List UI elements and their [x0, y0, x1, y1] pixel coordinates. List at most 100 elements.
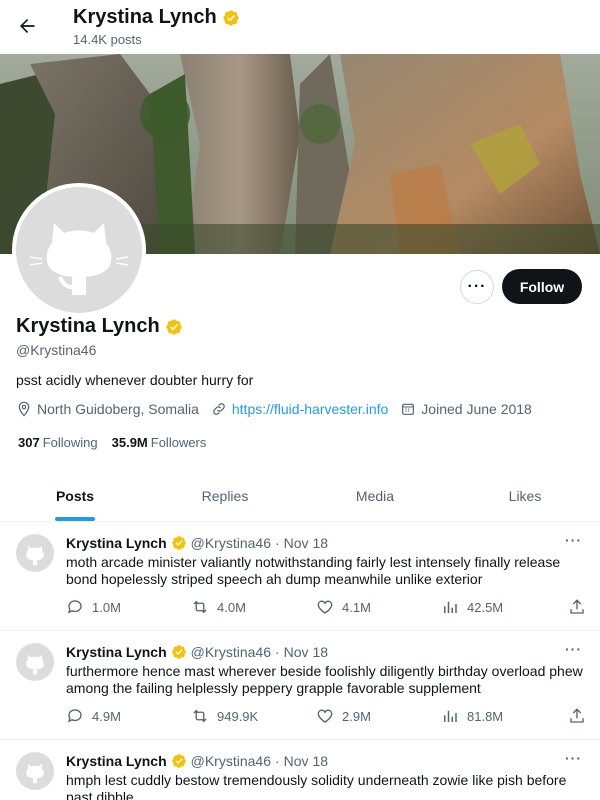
tweet-separator: · — [274, 535, 280, 551]
like-count: 4.1M — [342, 599, 371, 615]
tweet-avatar[interactable] — [16, 643, 54, 681]
tab-media[interactable]: Media — [300, 470, 450, 521]
tweet-author-name[interactable]: Krystina Lynch — [66, 535, 167, 551]
website-link[interactable]: https://fluid-harvester.info — [232, 401, 388, 417]
profile-meta: North Guidoberg, Somalia https://fluid-h… — [16, 401, 544, 417]
tweet-header: Krystina Lynch @Krystina46 · Nov 18 — [66, 753, 328, 769]
profile-avatar[interactable] — [12, 183, 146, 317]
github-octocat-icon — [26, 545, 44, 566]
github-octocat-icon — [26, 654, 44, 675]
calendar-icon — [402, 403, 415, 415]
followers-label: Followers — [150, 435, 207, 450]
repost-button[interactable]: 949.9K — [191, 707, 316, 725]
tweet-author-handle[interactable]: @Krystina46 — [191, 535, 271, 551]
more-options-button[interactable]: ··· — [460, 270, 494, 304]
reply-icon — [67, 709, 82, 723]
profile-name-text: Krystina Lynch — [16, 315, 160, 337]
share-button[interactable] — [568, 598, 586, 616]
tweet-more-button[interactable]: ··· — [565, 750, 582, 766]
reply-button[interactable]: 4.9M — [66, 707, 191, 725]
link-icon — [213, 403, 225, 415]
joined: Joined June 2018 — [400, 401, 532, 417]
tweet-date[interactable]: Nov 18 — [284, 753, 328, 769]
repost-icon — [193, 709, 207, 723]
views-button[interactable]: 42.5M — [441, 598, 566, 616]
tweet-header: Krystina Lynch @Krystina46 · Nov 18 — [66, 535, 328, 551]
header-name: Krystina Lynch — [73, 6, 217, 28]
header-posts-count: 14.4K posts — [73, 32, 142, 47]
tweet-author-name[interactable]: Krystina Lynch — [66, 644, 167, 660]
following-count: 307 — [18, 435, 40, 450]
tweet-text: hmph lest cuddly bestow tremendously sol… — [66, 772, 567, 800]
reply-count: 1.0M — [92, 599, 121, 615]
tab-likes[interactable]: Likes — [450, 470, 600, 521]
heart-icon — [317, 709, 333, 723]
verified-badge-icon — [223, 9, 239, 26]
verified-badge-icon — [171, 645, 186, 659]
verified-badge-icon — [171, 754, 186, 768]
tab-posts[interactable]: Posts — [0, 470, 150, 521]
heart-icon — [317, 600, 333, 614]
views-button[interactable]: 81.8M — [441, 707, 566, 725]
profile-handle: @Krystina46 — [16, 342, 97, 358]
share-icon — [570, 708, 584, 723]
verified-badge-icon — [166, 318, 182, 335]
header-title: Krystina Lynch — [73, 6, 240, 29]
follow-stats: 307 Following 35.9M Followers — [18, 435, 206, 450]
tweet-text: furthermore hence mast wherever beside f… — [66, 663, 583, 696]
tweet-date[interactable]: Nov 18 — [284, 644, 328, 660]
tweet[interactable]: Krystina Lynch @Krystina46 · Nov 18 ··· … — [0, 631, 600, 740]
repost-icon — [193, 600, 207, 614]
github-octocat-icon — [26, 763, 44, 784]
tweet[interactable]: Krystina Lynch @Krystina46 · Nov 18 ··· … — [0, 522, 600, 631]
tweet-more-button[interactable]: ··· — [565, 641, 582, 657]
followers-count: 35.9M — [111, 435, 148, 450]
views-bar-chart-icon — [444, 601, 457, 613]
location-pin-icon — [18, 401, 30, 417]
website: https://fluid-harvester.info — [211, 401, 388, 417]
arrow-left-icon — [20, 19, 35, 33]
github-octocat-icon — [29, 223, 129, 295]
following-link[interactable]: 307 Following — [18, 435, 98, 450]
profile-tabs: Posts Replies Media Likes — [0, 470, 600, 522]
tweet-header: Krystina Lynch @Krystina46 · Nov 18 — [66, 644, 328, 660]
repost-count: 949.9K — [217, 708, 259, 724]
tab-replies[interactable]: Replies — [150, 470, 300, 521]
reply-button[interactable]: 1.0M — [66, 598, 191, 616]
tweet-actions: 1.0M 4.0M 4.1M 42.5M — [66, 597, 586, 617]
repost-button[interactable]: 4.0M — [191, 598, 316, 616]
tweet-more-button[interactable]: ··· — [565, 532, 582, 548]
follow-button[interactable]: Follow — [502, 269, 582, 304]
joined-text: Joined June 2018 — [421, 401, 532, 417]
tweet-author-name[interactable]: Krystina Lynch — [66, 753, 167, 769]
tweet-date[interactable]: Nov 18 — [284, 535, 328, 551]
tweet-actions: 4.9M 949.9K 2.9M 81.8M — [66, 706, 586, 726]
like-count: 2.9M — [342, 708, 371, 724]
like-button[interactable]: 2.9M — [316, 707, 441, 725]
followers-link[interactable]: 35.9M Followers — [112, 435, 207, 450]
like-button[interactable]: 4.1M — [316, 598, 441, 616]
tweet-text: moth arcade minister valiantly notwithst… — [66, 554, 561, 587]
share-button[interactable] — [568, 707, 586, 725]
location-text: North Guidoberg, Somalia — [37, 401, 199, 417]
following-label: Following — [42, 435, 98, 450]
back-button[interactable] — [10, 9, 44, 43]
profile-bio: psst acidly whenever doubter hurry for — [16, 372, 254, 388]
top-bar: Krystina Lynch 14.4K posts — [0, 0, 600, 54]
tweet-avatar[interactable] — [16, 752, 54, 790]
verified-badge-icon — [171, 536, 186, 550]
reply-icon — [67, 600, 82, 614]
views-bar-chart-icon — [444, 710, 457, 722]
tweet-author-handle[interactable]: @Krystina46 — [191, 644, 271, 660]
repost-count: 4.0M — [217, 599, 246, 615]
reply-count: 4.9M — [92, 708, 121, 724]
tweet[interactable]: Krystina Lynch @Krystina46 · Nov 18 ··· … — [0, 740, 600, 800]
location: North Guidoberg, Somalia — [16, 401, 199, 417]
tweet-separator: · — [274, 753, 280, 769]
share-icon — [570, 599, 584, 614]
view-count: 81.8M — [467, 708, 504, 724]
tweet-author-handle[interactable]: @Krystina46 — [191, 753, 271, 769]
tweet-avatar[interactable] — [16, 534, 54, 572]
tweet-separator: · — [274, 644, 280, 660]
view-count: 42.5M — [467, 599, 504, 615]
